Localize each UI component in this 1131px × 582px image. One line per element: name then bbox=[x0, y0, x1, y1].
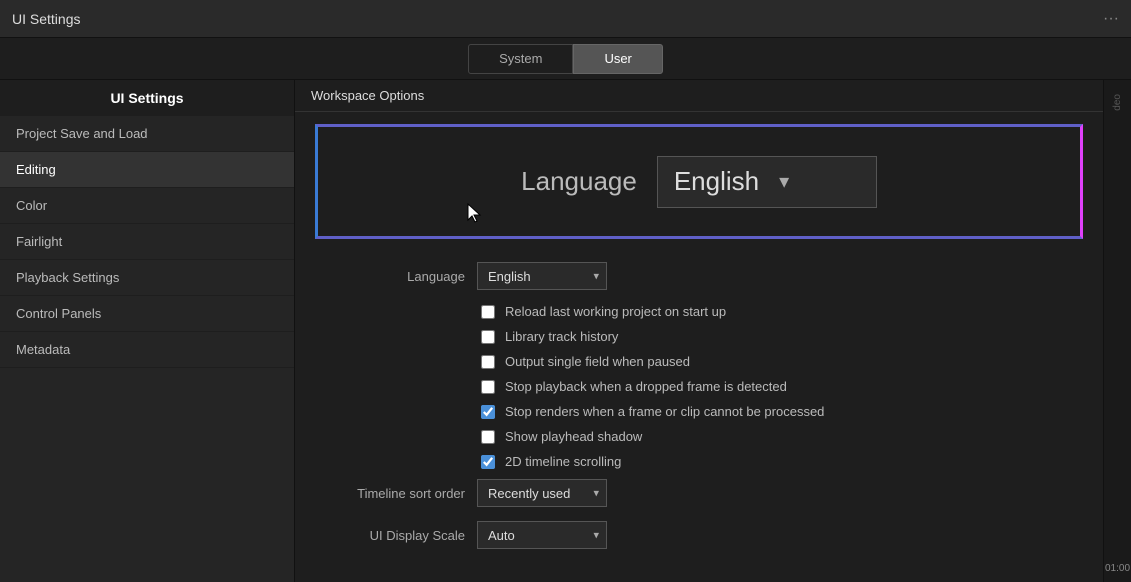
reload-label: Reload last working project on start up bbox=[505, 304, 726, 319]
right-strip-label: deo bbox=[1112, 94, 1123, 111]
timeline-2d-row: 2D timeline scrolling bbox=[325, 454, 1073, 469]
sidebar-item-editing[interactable]: Editing bbox=[0, 152, 294, 188]
settings-body: Language English ▾ Language English Fran… bbox=[295, 112, 1103, 582]
sidebar-item-metadata[interactable]: Metadata bbox=[0, 332, 294, 368]
language-select[interactable]: English Français Deutsch bbox=[477, 262, 607, 290]
highlight-select-box: English ▾ bbox=[657, 156, 877, 208]
show-playhead-checkbox[interactable] bbox=[481, 430, 495, 444]
stop-playback-checkbox[interactable] bbox=[481, 380, 495, 394]
stop-playback-row: Stop playback when a dropped frame is de… bbox=[325, 379, 1073, 394]
stop-renders-label: Stop renders when a frame or clip cannot… bbox=[505, 404, 824, 419]
show-playhead-label: Show playhead shadow bbox=[505, 429, 642, 444]
sidebar-item-project-save-load[interactable]: Project Save and Load bbox=[0, 116, 294, 152]
output-single-field-row: Output single field when paused bbox=[325, 354, 1073, 369]
timeline-sort-row: Timeline sort order Recently used Alphab… bbox=[325, 479, 1073, 507]
window-title: UI Settings bbox=[12, 11, 80, 27]
language-row: Language English Français Deutsch bbox=[325, 262, 1073, 290]
ui-scale-label: UI Display Scale bbox=[325, 528, 465, 543]
reload-row: Reload last working project on start up bbox=[325, 304, 1073, 319]
highlight-box: Language English ▾ bbox=[315, 124, 1083, 239]
library-history-checkbox[interactable] bbox=[481, 330, 495, 344]
language-label: Language bbox=[325, 269, 465, 284]
language-select-wrapper: English Français Deutsch bbox=[477, 262, 607, 290]
timeline-2d-checkbox[interactable] bbox=[481, 455, 495, 469]
timeline-sort-label: Timeline sort order bbox=[325, 486, 465, 501]
highlight-language-label: Language bbox=[521, 166, 637, 197]
show-playhead-row: Show playhead shadow bbox=[325, 429, 1073, 444]
highlight-select-arrow: ▾ bbox=[779, 169, 789, 194]
reload-checkbox[interactable] bbox=[481, 305, 495, 319]
highlight-select-value: English bbox=[674, 166, 759, 197]
title-bar: UI Settings ··· bbox=[0, 0, 1131, 38]
sidebar-item-fairlight[interactable]: Fairlight bbox=[0, 224, 294, 260]
content-area: Workspace Options Language English ▾ Lan… bbox=[295, 80, 1103, 582]
timeline-sort-select-wrapper: Recently used Alphabetical bbox=[477, 479, 607, 507]
library-history-label: Library track history bbox=[505, 329, 618, 344]
sidebar: UI Settings Project Save and Load Editin… bbox=[0, 80, 295, 582]
ui-scale-select-wrapper: Auto 100% 150% 200% bbox=[477, 521, 607, 549]
output-single-field-checkbox[interactable] bbox=[481, 355, 495, 369]
tab-bar: System User bbox=[0, 38, 1131, 80]
right-strip: deo 01:00 bbox=[1103, 80, 1131, 582]
content-tab-bar: Workspace Options bbox=[295, 80, 1103, 112]
timeline-2d-label: 2D timeline scrolling bbox=[505, 454, 621, 469]
stop-renders-checkbox[interactable] bbox=[481, 405, 495, 419]
timeline-sort-select[interactable]: Recently used Alphabetical bbox=[477, 479, 607, 507]
tab-user[interactable]: User bbox=[573, 44, 662, 74]
output-single-field-label: Output single field when paused bbox=[505, 354, 690, 369]
ui-scale-select[interactable]: Auto 100% 150% 200% bbox=[477, 521, 607, 549]
stop-playback-label: Stop playback when a dropped frame is de… bbox=[505, 379, 787, 394]
sidebar-item-color[interactable]: Color bbox=[0, 188, 294, 224]
right-strip-time: 01:00 bbox=[1105, 563, 1130, 574]
stop-renders-row: Stop renders when a frame or clip cannot… bbox=[325, 404, 1073, 419]
main-layout: UI Settings Project Save and Load Editin… bbox=[0, 80, 1131, 582]
ui-scale-row: UI Display Scale Auto 100% 150% 200% bbox=[325, 521, 1073, 549]
sidebar-item-control-panels[interactable]: Control Panels bbox=[0, 296, 294, 332]
library-history-row: Library track history bbox=[325, 329, 1073, 344]
sidebar-header: UI Settings bbox=[0, 80, 294, 116]
tab-system[interactable]: System bbox=[468, 44, 573, 74]
cursor-icon bbox=[466, 202, 484, 224]
sidebar-item-playback-settings[interactable]: Playback Settings bbox=[0, 260, 294, 296]
workspace-options-tab[interactable]: Workspace Options bbox=[311, 88, 424, 103]
menu-dots[interactable]: ··· bbox=[1103, 10, 1119, 28]
